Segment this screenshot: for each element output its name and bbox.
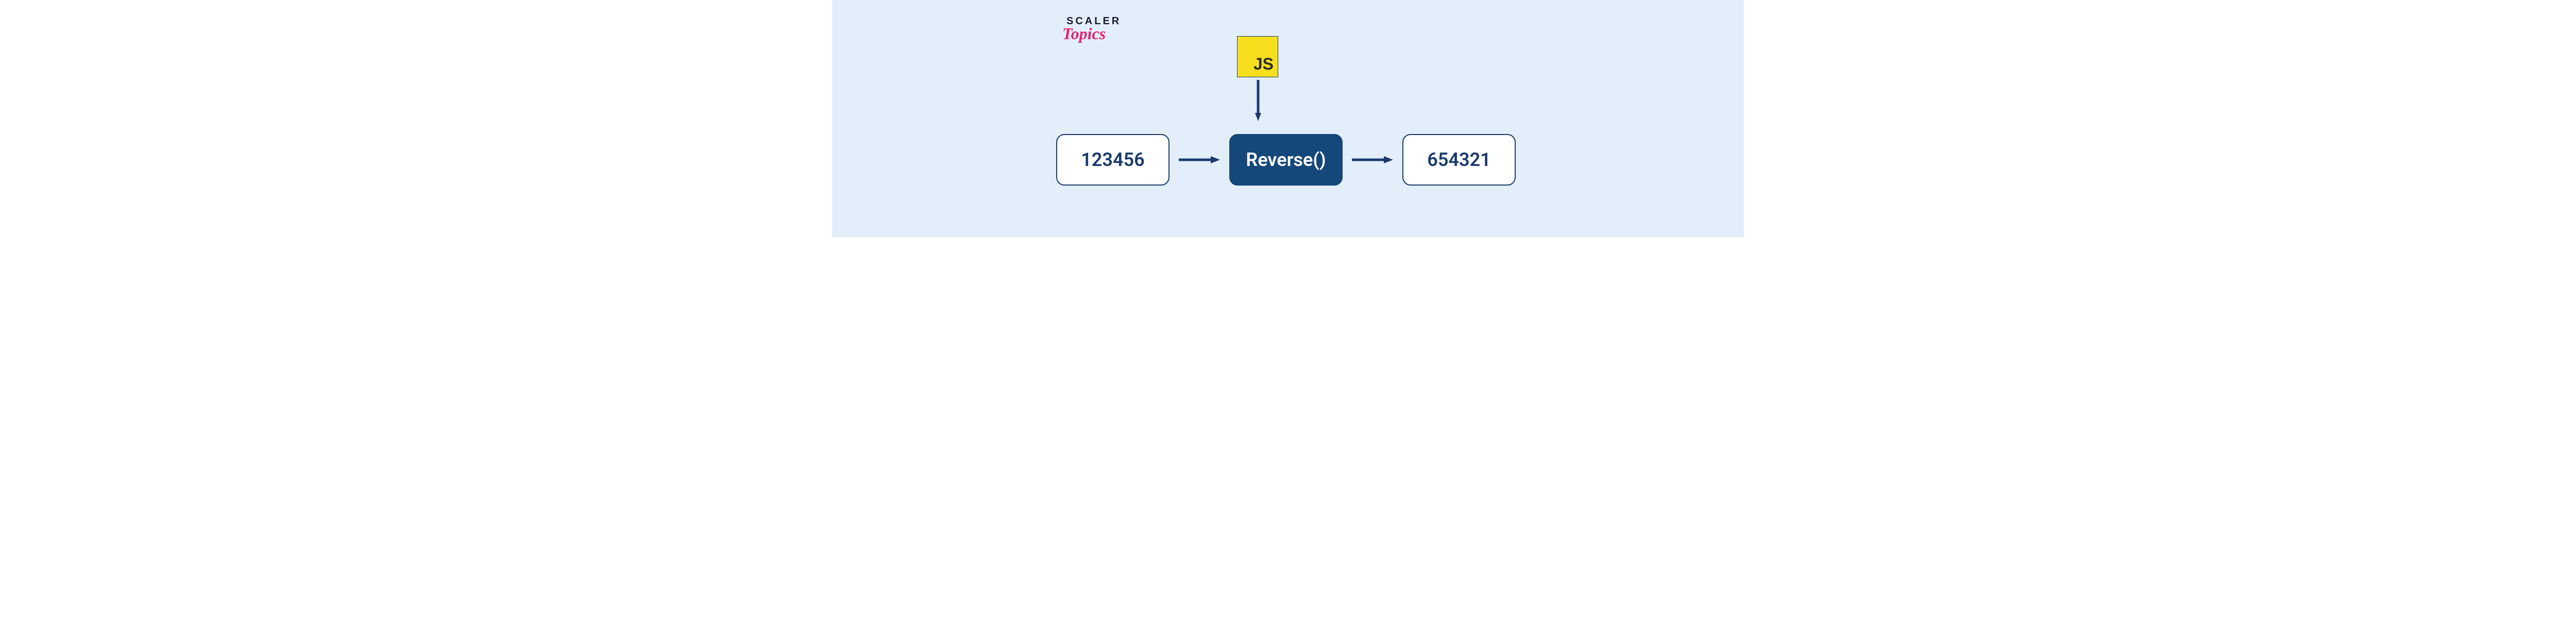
javascript-icon: JS — [1237, 36, 1278, 77]
function-box: Reverse() — [1229, 134, 1343, 186]
flow-row: 123456 Reverse() 654321 — [1056, 134, 1516, 186]
arrow-right-icon — [1179, 155, 1220, 165]
arrow-right-icon — [1352, 155, 1393, 165]
js-badge-label: JS — [1253, 55, 1274, 74]
scaler-topics-logo: SCALER Topics — [1066, 15, 1121, 43]
output-box: 654321 — [1402, 134, 1516, 186]
arrow-down-icon — [1255, 80, 1261, 121]
diagram-canvas: SCALER Topics JS 123456 Reverse() 654321 — [832, 0, 1744, 237]
input-box: 123456 — [1056, 134, 1170, 186]
